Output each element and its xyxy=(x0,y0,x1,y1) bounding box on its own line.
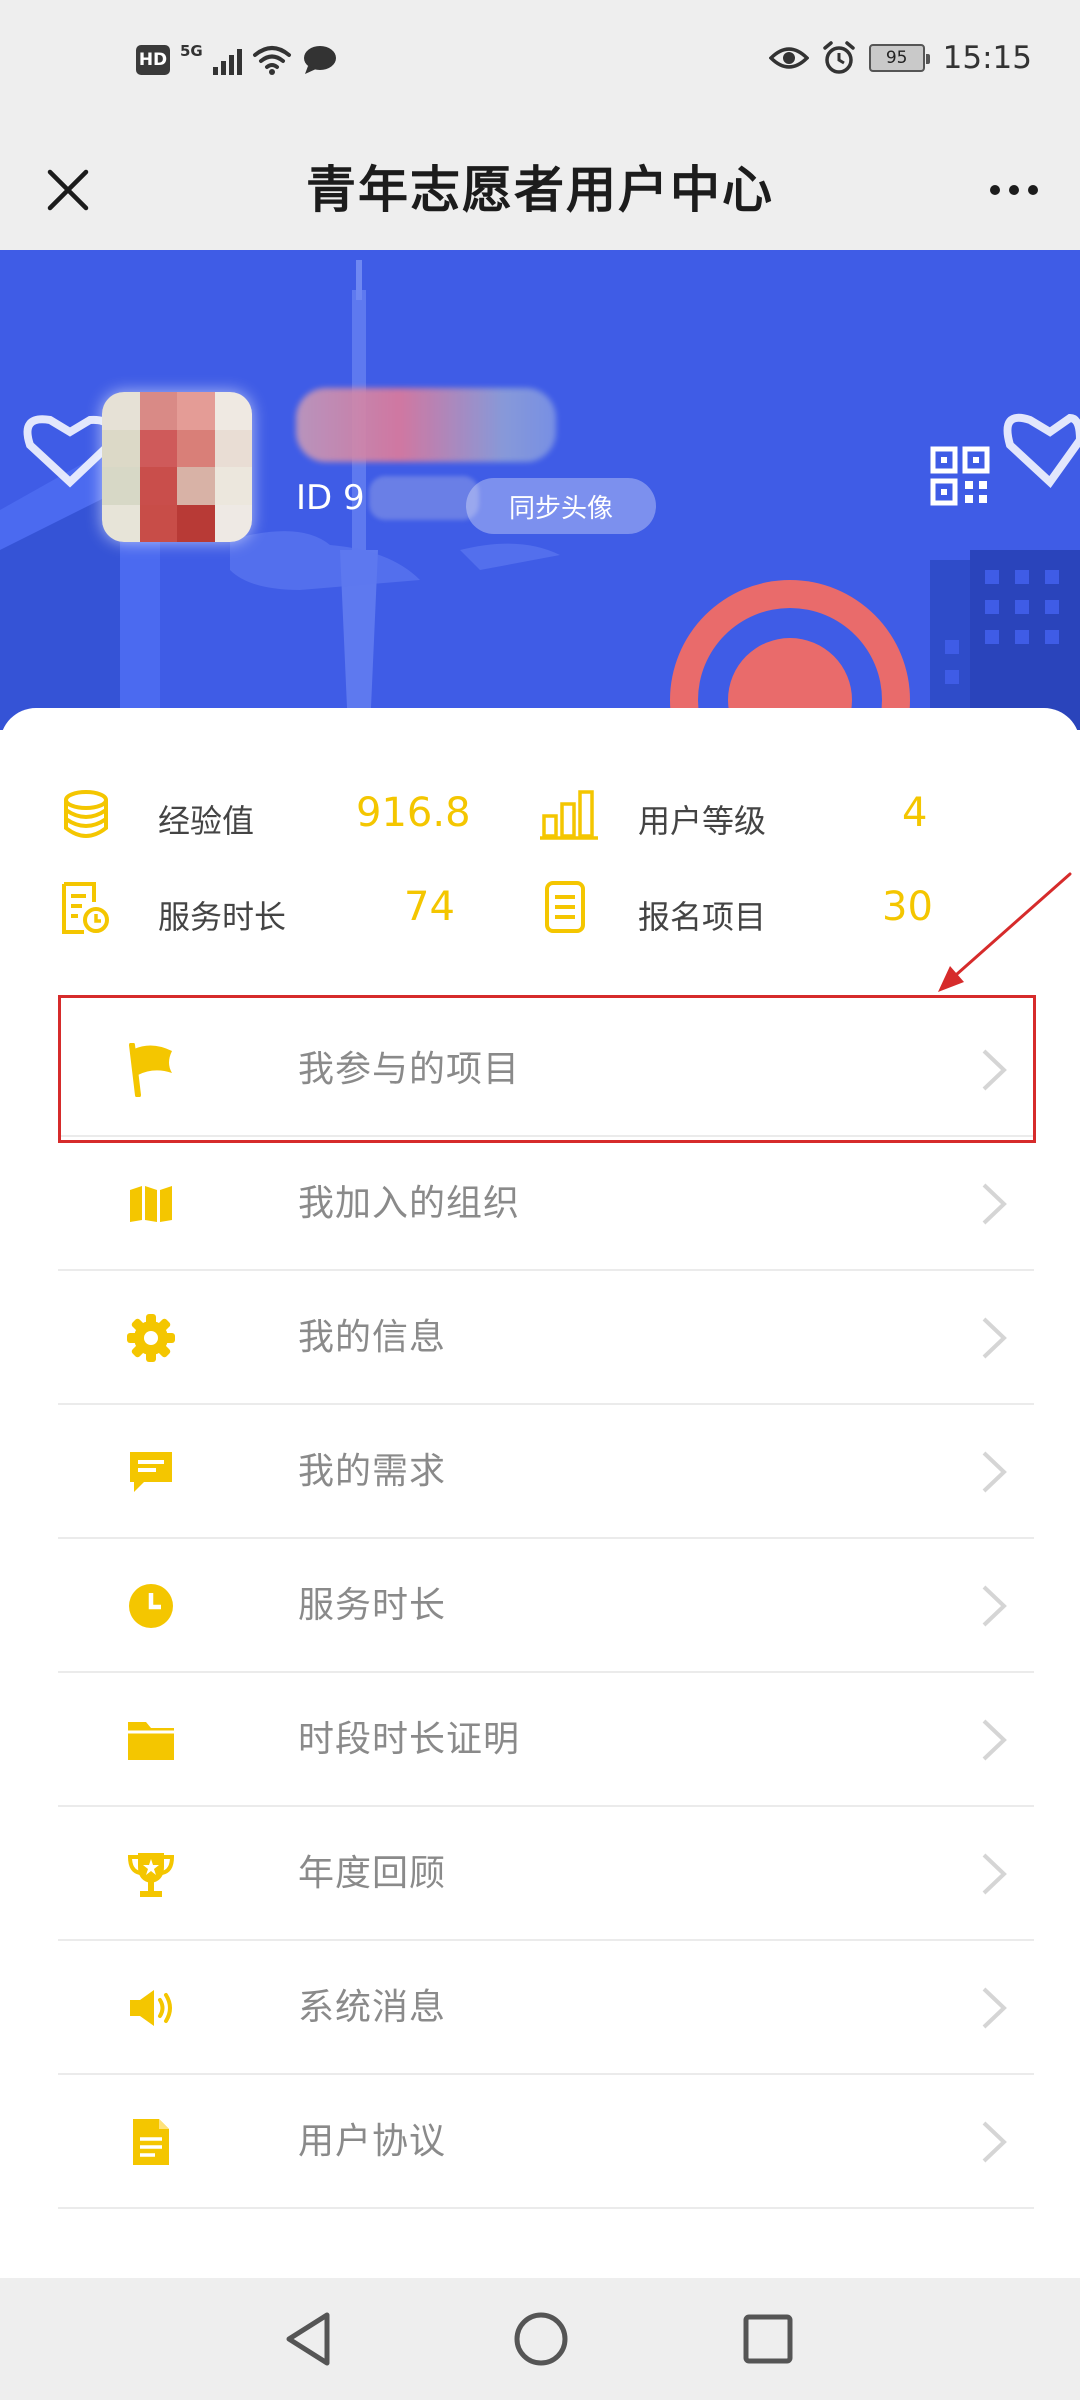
chevron-right-icon xyxy=(982,2121,1007,2163)
eye-icon xyxy=(768,47,809,69)
home-circle-icon xyxy=(514,2312,568,2366)
back-triangle-icon xyxy=(286,2312,330,2366)
avatar-pixel xyxy=(177,467,215,505)
clock: 15:15 xyxy=(942,40,1032,76)
profile-banner: ID 9 同步头像 xyxy=(0,250,1080,730)
user-id-row: ID 9 xyxy=(296,476,479,520)
trophy-icon xyxy=(122,1845,180,1903)
menu-label: 系统消息 xyxy=(298,1987,447,2028)
recents-button[interactable] xyxy=(733,2304,803,2374)
avatar-pixel xyxy=(102,467,140,505)
menu-item-my-needs[interactable]: 我的需求 xyxy=(58,1405,1034,1539)
avatar[interactable] xyxy=(102,392,252,542)
avatar-pixel xyxy=(102,429,140,467)
stat-value: 74 xyxy=(404,884,455,930)
chat-bubble-icon xyxy=(303,46,336,74)
more-options-button[interactable] xyxy=(974,152,1054,228)
menu-item-annual-review[interactable]: 年度回顾 xyxy=(58,1807,1034,1941)
clock-document-icon xyxy=(62,882,109,934)
coins-icon xyxy=(64,790,108,838)
avatar-pixel xyxy=(139,467,177,505)
stat-label: 经验值 xyxy=(158,802,255,840)
battery-indicator: 95 xyxy=(868,44,930,72)
stat-value: 4 xyxy=(902,790,928,836)
speaker-icon xyxy=(122,1979,180,2037)
menu-label: 时段时长证明 xyxy=(298,1719,521,1760)
stat-value: 30 xyxy=(882,884,933,930)
hd-badge: HD xyxy=(136,45,170,75)
menu-item-system-messages[interactable]: 系统消息 xyxy=(58,1941,1034,2075)
chevron-right-icon xyxy=(982,1585,1007,1627)
avatar-pixel xyxy=(139,392,177,430)
stat-label: 报名项目 xyxy=(638,898,767,936)
avatar-pixel xyxy=(214,429,252,467)
menu-label: 我加入的组织 xyxy=(298,1183,521,1224)
recents-square-icon xyxy=(743,2314,793,2364)
clock-icon xyxy=(122,1577,180,1635)
menu-label: 年度回顾 xyxy=(298,1853,447,1894)
folder-icon xyxy=(122,1711,180,1769)
wifi-icon xyxy=(252,46,291,75)
annotation-arrow-icon xyxy=(938,872,1072,992)
home-button[interactable] xyxy=(506,2304,576,2374)
user-id: ID 9 xyxy=(296,478,365,518)
avatar-pixel xyxy=(177,504,215,542)
username-redacted xyxy=(296,388,556,462)
stat-value: 916.8 xyxy=(356,790,471,836)
chevron-right-icon xyxy=(982,1987,1007,2029)
message-icon xyxy=(122,1443,180,1501)
flag-icon xyxy=(122,1041,180,1099)
back-button[interactable] xyxy=(274,2304,344,2374)
chevron-right-icon xyxy=(982,1049,1007,1091)
document-icon xyxy=(122,2113,180,2171)
page-title: 青年志愿者用户中心 xyxy=(306,161,774,219)
avatar-pixel xyxy=(177,429,215,467)
menu-label: 我的信息 xyxy=(298,1317,447,1358)
signal-icon xyxy=(212,45,242,75)
qr-code-icon[interactable] xyxy=(930,446,990,506)
title-bar: 青年志愿者用户中心 xyxy=(0,130,1080,250)
menu-item-user-agreement[interactable]: 用户协议 xyxy=(58,2075,1034,2209)
gear-icon xyxy=(122,1309,180,1367)
map-icon xyxy=(122,1175,180,1233)
chevron-right-icon xyxy=(982,1853,1007,1895)
avatar-pixel xyxy=(139,429,177,467)
user-id-redacted xyxy=(368,476,479,520)
status-left: HD 5G xyxy=(136,42,338,76)
more-dot xyxy=(1009,185,1019,195)
chevron-right-icon xyxy=(982,1719,1007,1761)
status-bar: HD 5G 95 15:15 xyxy=(0,0,1080,130)
menu-label: 我的需求 xyxy=(298,1451,447,1492)
user-center-screen: HD 5G 95 15:15 青年志愿者用户中心 ID 9 同步头像 经验值 9… xyxy=(0,0,1080,2400)
menu-label: 用户协议 xyxy=(298,2121,447,2162)
bar-chart-icon xyxy=(540,790,598,840)
more-dot xyxy=(990,185,1000,195)
sync-avatar-button[interactable]: 同步头像 xyxy=(466,478,656,534)
menu-label: 我参与的项目 xyxy=(298,1049,521,1090)
chevron-right-icon xyxy=(982,1317,1007,1359)
menu-item-my-projects[interactable]: 我参与的项目 xyxy=(58,1003,1034,1137)
avatar-pixel xyxy=(214,467,252,505)
avatar-pixel xyxy=(177,392,215,430)
chevron-right-icon xyxy=(982,1183,1007,1225)
list-document-icon xyxy=(545,881,585,933)
chevron-right-icon xyxy=(982,1451,1007,1493)
menu-item-my-organizations[interactable]: 我加入的组织 xyxy=(58,1137,1034,1271)
close-button[interactable] xyxy=(30,152,106,228)
menu-label: 服务时长 xyxy=(298,1585,447,1626)
user-card: 经验值 916.8 用户等级 4 服务时长 74 报名项目 30 我参与的项目 … xyxy=(0,708,1080,2278)
more-dot xyxy=(1028,185,1038,195)
network-type: 5G xyxy=(180,42,203,60)
system-navigation-bar xyxy=(0,2278,1080,2400)
avatar-pixel xyxy=(102,392,140,430)
avatar-pixel xyxy=(139,504,177,542)
status-right: 95 15:15 xyxy=(768,40,1032,76)
stat-label: 服务时长 xyxy=(158,898,287,936)
alarm-icon xyxy=(822,41,855,74)
menu-item-period-hours-certificate[interactable]: 时段时长证明 xyxy=(58,1673,1034,1807)
menu-item-my-info[interactable]: 我的信息 xyxy=(58,1271,1034,1405)
close-icon xyxy=(47,169,89,211)
stat-label: 用户等级 xyxy=(638,802,767,840)
menu-item-service-hours[interactable]: 服务时长 xyxy=(58,1539,1034,1673)
